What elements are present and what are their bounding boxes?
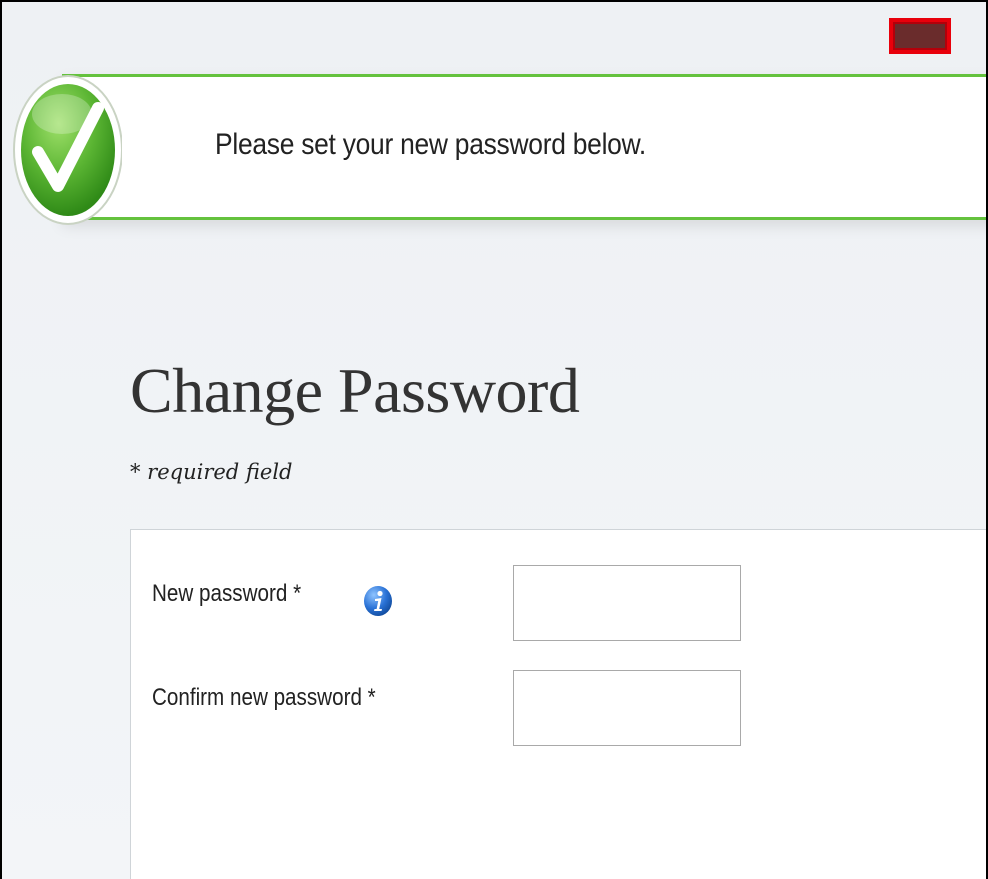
- required-field-note: * required field: [130, 460, 293, 484]
- confirm-password-input[interactable]: [513, 670, 741, 746]
- confirm-password-label: Confirm new password *: [152, 684, 376, 711]
- page-title: Change Password: [130, 355, 580, 426]
- info-icon[interactable]: [363, 585, 393, 617]
- new-password-label: New password *: [152, 580, 302, 607]
- page-frame: Please set your new password below. Chan…: [0, 0, 988, 879]
- checkmark-icon: [13, 75, 122, 225]
- highlight-marker: [889, 18, 951, 54]
- new-password-input[interactable]: [513, 565, 741, 641]
- banner-message: Please set your new password below.: [215, 128, 647, 161]
